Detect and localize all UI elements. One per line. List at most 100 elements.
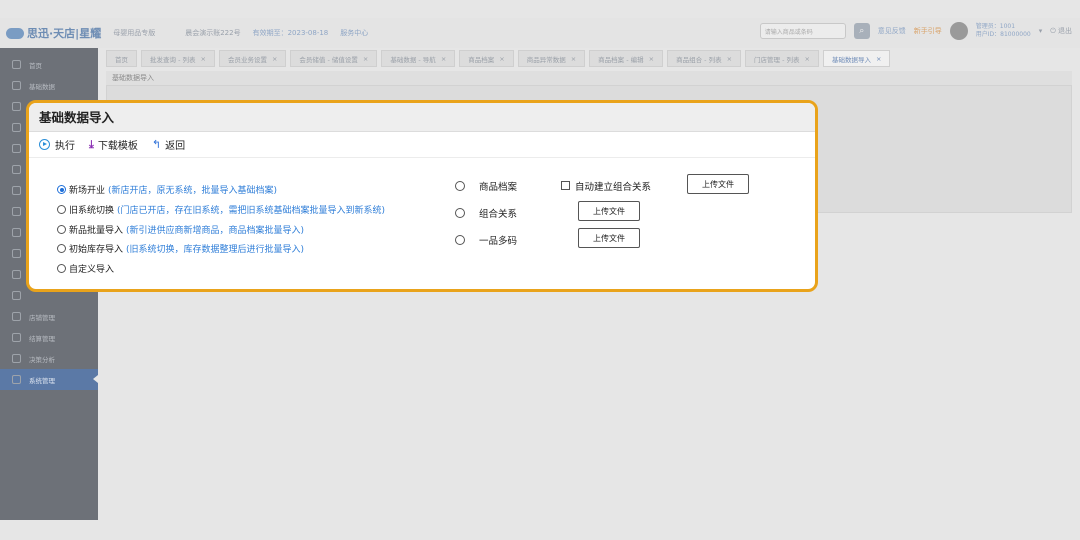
tab-label: 商品组合 - 列表: [676, 55, 722, 64]
close-icon[interactable]: ×: [727, 55, 732, 63]
option-old-system-switch[interactable]: 旧系统切换 (门店已开店，存在旧系统，需把旧系统基础档案批量导入到新系统): [57, 200, 385, 220]
sidebar-item-label: 基础数据: [29, 82, 55, 91]
radio[interactable]: [57, 264, 66, 274]
upload-multi-code-button[interactable]: 上传文件: [578, 228, 640, 248]
import-panel: 基础数据导入 执行 ⤓ 下载模板 ↰ 返回 新场开业 (新店开店，原无系统，批量…: [26, 100, 818, 292]
radio[interactable]: [57, 244, 66, 254]
option-initial-stock-import[interactable]: 初始库存导入 (旧系统切换，库存数据整理后进行批量导入): [57, 239, 385, 259]
option-desc: (新店开店，原无系统，批量导入基础档案): [108, 186, 278, 197]
menu-icon: [12, 270, 21, 279]
combo-relation-label: 组合关系: [479, 209, 518, 220]
option-desc: (新引进供应商新增商品，商品档案批量导入): [126, 225, 305, 236]
radio-goods-archive[interactable]: [455, 181, 465, 191]
tab-goods-exception[interactable]: 商品异常数据 ×: [517, 50, 586, 67]
settlement-icon: [12, 333, 21, 342]
tab-store-manage[interactable]: 门店管理 - 列表 ×: [745, 50, 819, 67]
option-custom-import[interactable]: 自定义导入: [57, 259, 385, 279]
radio-selected[interactable]: [57, 185, 66, 195]
close-icon[interactable]: ×: [272, 55, 277, 63]
sidebar-item-system[interactable]: 系统管理: [0, 369, 98, 390]
execute-label: 执行: [55, 141, 75, 152]
goods-archive-label: 商品档案: [479, 182, 518, 193]
user-info[interactable]: 管理员：1001 用户ID：81000000: [976, 23, 1031, 39]
tab-member-stored-value[interactable]: 会员储值 - 储值设置 ×: [290, 50, 378, 67]
tab-home[interactable]: 首页: [106, 50, 137, 67]
menu-icon: [12, 102, 21, 111]
tab-label: 基础数据 - 导航: [390, 55, 436, 64]
close-icon[interactable]: ×: [363, 55, 368, 63]
tab-goods-edit[interactable]: 商品档案 - 编辑 ×: [589, 50, 664, 67]
sidebar-item-analysis[interactable]: 决策分析: [0, 348, 98, 369]
guide-link[interactable]: 新手引导: [914, 26, 942, 36]
option-new-goods-import[interactable]: 新品批量导入 (新引进供应商新增商品，商品档案批量导入): [57, 219, 385, 239]
radio-multi-code[interactable]: [455, 235, 465, 245]
import-file-area: 商品档案 自动建立组合关系 上传文件 组合关系 上传文件 一品多码 上传文件: [455, 173, 795, 253]
radio[interactable]: [57, 205, 66, 215]
sidebar-item-label: 店铺管理: [29, 313, 55, 322]
upload-combo-relation-button[interactable]: 上传文件: [578, 201, 640, 221]
tab-strip: 首页 批发查询 - 列表 × 会员业务设置 × 会员储值 - 储值设置 × 基础数据 …: [100, 50, 1080, 68]
close-icon[interactable]: ×: [805, 55, 810, 63]
sidebar-item-label: 首页: [29, 61, 42, 70]
back-button[interactable]: ↰ 返回: [152, 137, 185, 152]
multi-code-label: 一品多码: [479, 236, 518, 247]
menu-icon: [12, 186, 21, 195]
app-window: 思迅·天店|星耀 母婴用品专版 晨会演示账222号 有效期至：2023-08-1…: [0, 0, 1080, 540]
toolbar: 执行 ⤓ 下载模板 ↰ 返回: [29, 132, 815, 158]
feedback-link[interactable]: 意见反馈: [878, 26, 906, 36]
chevron-down-icon[interactable]: ▾: [1039, 27, 1043, 35]
option-desc: (门店已开店，存在旧系统，需把旧系统基础档案批量导入到新系统): [117, 206, 386, 217]
user-line-2: 用户ID：81000000: [975, 31, 1031, 38]
auto-combo-checkbox[interactable]: [561, 181, 570, 190]
option-label: 初始库存导入: [69, 245, 124, 256]
option-new-store[interactable]: 新场开业 (新店开店，原无系统，批量导入基础档案): [57, 180, 385, 200]
option-label: 自定义导入: [69, 265, 115, 276]
avatar[interactable]: [949, 22, 968, 40]
auto-combo-label: 自动建立组合关系: [575, 182, 652, 193]
close-icon[interactable]: ×: [571, 55, 576, 63]
valid-period[interactable]: 有效期至：2023-08-18: [253, 28, 329, 38]
back-arrow-icon: ↰: [151, 138, 162, 151]
close-icon[interactable]: ×: [876, 55, 881, 63]
download-template-button[interactable]: ⤓ 下载模板: [89, 137, 138, 153]
brand-name: 思迅·天店|星耀: [27, 27, 102, 40]
store-icon: [12, 312, 21, 321]
menu-icon: [12, 144, 21, 153]
sidebar-item-basic-data[interactable]: 基础数据: [0, 75, 98, 96]
tab-basic-data-import[interactable]: 基础数据导入 ×: [822, 50, 891, 67]
search-input[interactable]: 请输入商品或条码: [759, 23, 846, 39]
close-icon[interactable]: ×: [499, 55, 504, 63]
service-center[interactable]: 服务中心: [340, 28, 368, 38]
tab-wholesale-query[interactable]: 批发查询 - 列表 ×: [141, 50, 215, 67]
execute-button[interactable]: 执行: [39, 137, 75, 152]
user-line-1: 管理员：1001: [975, 23, 1016, 30]
close-icon[interactable]: ×: [441, 55, 446, 63]
menu-icon: [12, 249, 21, 258]
sidebar-item-label: 决策分析: [29, 355, 55, 364]
logout-button[interactable]: ⏻ 退出: [1050, 26, 1072, 36]
tab-label: 基础数据导入: [831, 55, 871, 64]
sidebar-item-settlement[interactable]: 结算管理: [0, 327, 98, 348]
store-type: 母婴用品专版: [113, 29, 156, 37]
top-header: 思迅·天店|星耀 母婴用品专版 晨会演示账222号 有效期至：2023-08-1…: [0, 18, 1080, 48]
tab-label: 门店管理 - 列表: [754, 55, 800, 64]
sidebar-item-store[interactable]: 店铺管理: [0, 306, 98, 327]
radio[interactable]: [57, 224, 66, 234]
sidebar-item-home[interactable]: 首页: [0, 54, 98, 75]
tab-goods-combo[interactable]: 商品组合 - 列表 ×: [667, 50, 742, 67]
tab-label: 会员业务设置: [227, 55, 267, 64]
tab-member-settings[interactable]: 会员业务设置 ×: [218, 50, 287, 67]
menu-icon: [12, 207, 21, 216]
cloud-logo-icon: [6, 27, 24, 39]
close-icon[interactable]: ×: [200, 55, 205, 63]
close-icon[interactable]: ×: [649, 55, 654, 63]
brand-logo: 思迅·天店|星耀: [6, 25, 101, 41]
search-icon[interactable]: ⌕: [853, 23, 870, 39]
tab-basic-data-nav[interactable]: 基础数据 - 导航 ×: [381, 50, 456, 67]
upload-goods-archive-button[interactable]: 上传文件: [687, 174, 749, 194]
tab-goods-archive[interactable]: 商品档案 ×: [459, 50, 514, 67]
tab-label: 会员储值 - 储值设置: [299, 55, 358, 64]
menu-icon: [12, 165, 21, 174]
option-label: 新品批量导入: [69, 225, 124, 236]
radio-combo-relation[interactable]: [455, 208, 465, 218]
